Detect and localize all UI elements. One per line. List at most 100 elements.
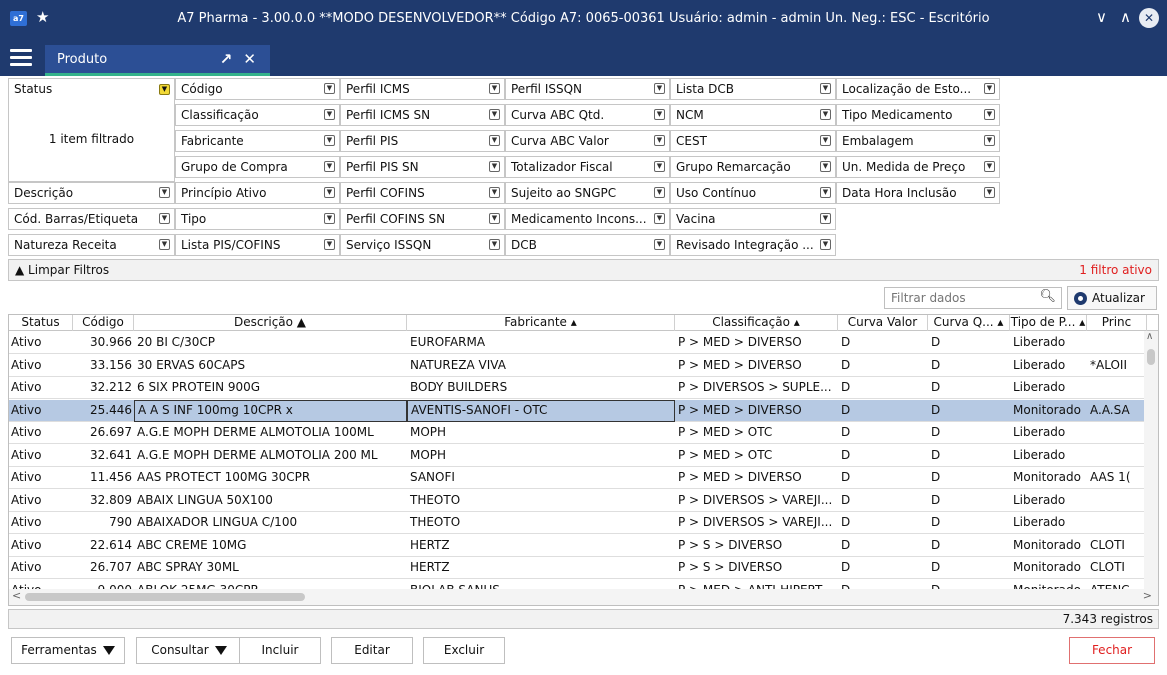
col-fabricante-cell: HERTZ — [410, 560, 450, 574]
filter-perfil-cofins[interactable]: Perfil COFINS ▼ — [340, 182, 505, 204]
filter-cod-barras[interactable]: Cód. Barras/Etiqueta ▼ — [8, 208, 175, 230]
filter-codigo[interactable]: Código ▼ — [175, 78, 340, 100]
col-curva-qtd-header[interactable]: Curva Q... ▴ — [928, 315, 1010, 331]
scroll-left-icon[interactable]: < — [12, 589, 21, 602]
col-curva-valor-cell: D — [841, 515, 851, 529]
filter-perfil-pis[interactable]: Perfil PIS ▼ — [340, 130, 505, 152]
filter-un-medida-preco[interactable]: Un. Medida de Preço ▼ — [836, 156, 1000, 178]
filter-data-input[interactable] — [885, 288, 1035, 308]
filter-perfil-icms-sn[interactable]: Perfil ICMS SN ▼ — [340, 104, 505, 126]
filter-perfil-issqn[interactable]: Perfil ISSQN ▼ — [505, 78, 670, 100]
editar-button[interactable]: Editar — [331, 637, 413, 664]
filter-status[interactable]: Status ▼ 1 item filtrado — [8, 78, 175, 182]
scroll-up-icon[interactable]: ∧ — [1146, 331, 1153, 342]
col-curva-valor-cell: D — [841, 357, 851, 372]
filter-natureza-receita[interactable]: Natureza Receita ▼ — [8, 234, 175, 256]
table-row[interactable]: Ativo 26.707 ABC SPRAY 30ML HERTZ P > S > DI… — [9, 557, 1144, 579]
tab-produto[interactable]: Produto ↗ ✕ — [45, 45, 270, 76]
filter-ncm[interactable]: NCM ▼ — [670, 104, 836, 126]
col-tipo-preco-cell: Liberado — [1013, 357, 1066, 372]
col-curva-qtd-cell: D — [931, 402, 941, 417]
table-row[interactable]: Ativo 32.641 A.G.E MOPH DERME ALMOTOLIA 20… — [9, 445, 1144, 467]
col-curva-qtd-cell: D — [931, 335, 941, 349]
filter-lista-dcb[interactable]: Lista DCB ▼ — [670, 78, 836, 100]
col-classificacao-cell: P > MED > DIVERSO — [678, 402, 802, 417]
vertical-scroll-thumb[interactable] — [1147, 349, 1155, 365]
table-row[interactable]: Ativo 22.614 ABC CREME 10MG HERTZ P > S > DI… — [9, 535, 1144, 557]
col-descricao-cell: ABC SPRAY 30ML — [137, 560, 239, 574]
filter-perfil-pis-sn[interactable]: Perfil PIS SN ▼ — [340, 156, 505, 178]
clear-filters-link[interactable]: ▲ Limpar Filtros — [15, 263, 109, 277]
filter-principio-ativo[interactable]: Princípio Ativo ▼ — [175, 182, 340, 204]
horizontal-scrollbar[interactable]: < > — [9, 589, 1158, 605]
filter-curva-abc-qtd[interactable]: Curva ABC Qtd. ▼ — [505, 104, 670, 126]
filter-curva-abc-valor[interactable]: Curva ABC Valor ▼ — [505, 130, 670, 152]
filter-descricao[interactable]: Descrição ▼ — [8, 182, 175, 204]
table-row[interactable]: Ativo 11.456 AAS PROTECT 100MG 30CPR SANOFI… — [9, 467, 1144, 489]
filter-grupo-remarcacao[interactable]: Grupo Remarcação ▼ — [670, 156, 836, 178]
table-row[interactable]: Ativo 33.156 30 ERVAS 60CAPS NATUREZA VIVA P… — [9, 355, 1144, 377]
col-fabricante-cell: EUROFARMA — [410, 335, 486, 349]
filter-icon: ▼ — [489, 161, 500, 172]
record-count: 7.343 registros — [1062, 612, 1153, 626]
col-descricao-header[interactable]: Descrição ▲ — [134, 315, 407, 331]
col-principio-header[interactable]: Princ — [1087, 315, 1147, 331]
incluir-button[interactable]: Incluir — [239, 637, 321, 664]
filter-active-icon[interactable]: ▼ — [159, 84, 170, 95]
filter-cest[interactable]: CEST ▼ — [670, 130, 836, 152]
table-row[interactable]: Ativo 32.809 ABAIX LINGUA 50X100 THEOTO P > … — [9, 490, 1144, 512]
filter-grupo-compra[interactable]: Grupo de Compra ▼ — [175, 156, 340, 178]
refresh-button[interactable]: Atualizar — [1067, 286, 1157, 310]
filter-tipo[interactable]: Tipo ▼ — [175, 208, 340, 230]
col-curva-qtd-cell: D — [931, 537, 941, 552]
filter-data-hora-inclusao[interactable]: Data Hora Inclusão ▼ — [836, 182, 1000, 204]
filter-fabricante[interactable]: Fabricante ▼ — [175, 130, 340, 152]
filter-uso-continuo[interactable]: Uso Contínuo ▼ — [670, 182, 836, 204]
scroll-right-icon[interactable]: > — [1143, 589, 1152, 602]
table-row[interactable]: Ativo 26.697 A.G.E MOPH DERME ALMOTOLIA 10… — [9, 422, 1144, 444]
hamburger-menu-icon[interactable] — [10, 49, 32, 67]
minimize-icon[interactable]: ∨ — [1096, 8, 1107, 26]
close-tab-icon[interactable]: ✕ — [243, 50, 256, 68]
filter-lista-pis-cofins[interactable]: Lista PIS/COFINS ▼ — [175, 234, 340, 256]
search-icon[interactable]: 🔍︎ — [1039, 289, 1056, 304]
col-curva-valor-header[interactable]: Curva Valor — [838, 315, 928, 331]
col-codigo-header[interactable]: Código — [73, 315, 134, 331]
table-row[interactable]: Ativo 30.966 20 BI C/30CP EUROFARMA P > MED … — [9, 332, 1144, 354]
filter-tipo-medicamento[interactable]: Tipo Medicamento ▼ — [836, 104, 1000, 126]
maximize-icon[interactable]: ∧ — [1120, 8, 1131, 26]
table-row[interactable]: Ativo 32.212 6 SIX PROTEIN 900G BODY BUILDE… — [9, 377, 1144, 399]
horizontal-scroll-thumb[interactable] — [25, 593, 305, 601]
filter-icon: ▼ — [324, 83, 335, 94]
vertical-scrollbar[interactable]: ∧ — [1144, 331, 1158, 591]
filter-sujeito-sngpc[interactable]: Sujeito ao SNGPC ▼ — [505, 182, 670, 204]
filter-localizacao-estoque[interactable]: Localização de Esto... ▼ — [836, 78, 1000, 100]
table-row[interactable]: Ativo 790 ABAIXADOR LINGUA C/100 THEOTO P > … — [9, 512, 1144, 534]
filter-icon: ▼ — [324, 239, 335, 250]
filter-revisado-integracao[interactable]: Revisado Integração ... ▼ — [670, 234, 836, 256]
col-tipo-preco-header[interactable]: Tipo de P... ▴ — [1010, 315, 1087, 331]
undock-tab-icon[interactable]: ↗ — [220, 50, 233, 68]
filter-dcb[interactable]: DCB ▼ — [505, 234, 670, 256]
fechar-button[interactable]: Fechar — [1069, 637, 1155, 664]
filter-servico-issqn[interactable]: Serviço ISSQN ▼ — [340, 234, 505, 256]
filter-vacina[interactable]: Vacina ▼ — [670, 208, 836, 230]
filter-perfil-icms[interactable]: Perfil ICMS ▼ — [340, 78, 505, 100]
col-fabricante-header[interactable]: Fabricante ▴ — [407, 315, 675, 331]
filter-medicamento-incons[interactable]: Medicamento Incons... ▼ — [505, 208, 670, 230]
filter-icon: ▼ — [489, 135, 500, 146]
consultar-button[interactable]: Consultar — [136, 637, 242, 664]
ferramentas-button[interactable]: Ferramentas — [11, 637, 125, 664]
filter-classificacao[interactable]: Classificação ▼ — [175, 104, 340, 126]
filter-embalagem[interactable]: Embalagem ▼ — [836, 130, 1000, 152]
tab-bar: Produto ↗ ✕ — [0, 38, 1167, 76]
table-row[interactable]: Ativo 25.446 A A S INF 100mg 10CPR x AVENTI… — [9, 399, 1144, 422]
col-status-header[interactable]: Status — [9, 315, 73, 331]
col-curva-qtd-cell: D — [931, 560, 941, 574]
filter-perfil-cofins-sn[interactable]: Perfil COFINS SN ▼ — [340, 208, 505, 230]
col-classificacao-header[interactable]: Classificação ▴ — [675, 315, 838, 331]
excluir-button[interactable]: Excluir — [423, 637, 505, 664]
close-window-icon[interactable]: ✕ — [1139, 8, 1159, 28]
col-descricao-cell: 6 SIX PROTEIN 900G — [137, 380, 261, 394]
filter-totalizador-fiscal[interactable]: Totalizador Fiscal ▼ — [505, 156, 670, 178]
